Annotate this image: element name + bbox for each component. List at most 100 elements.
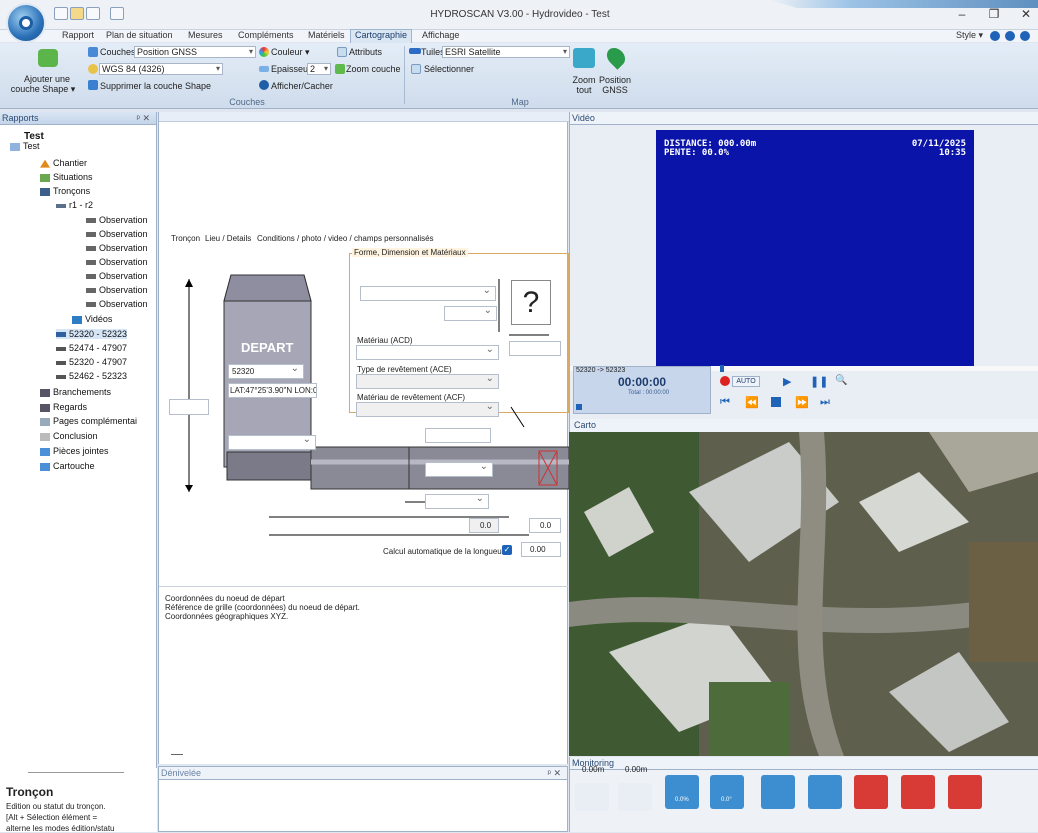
skip-start-icon[interactable]: ⏮ xyxy=(720,396,730,409)
stop-button-icon[interactable] xyxy=(771,397,781,407)
auto-button[interactable]: AUTO xyxy=(732,376,760,387)
select-button[interactable]: Sélectionner xyxy=(424,64,474,74)
shape-select[interactable] xyxy=(360,285,496,301)
tree-cartouche[interactable]: Cartouche xyxy=(40,461,95,471)
tab-materiels[interactable]: Matériels xyxy=(304,30,349,40)
open-folder-icon[interactable] xyxy=(70,7,84,20)
tree-observation[interactable]: Observation xyxy=(86,243,148,253)
panel-pin-close[interactable]: ᵖ ✕ xyxy=(548,767,561,780)
tab-complements[interactable]: Compléments xyxy=(234,30,298,40)
route-icon[interactable] xyxy=(618,783,652,811)
tree-observation[interactable]: Observation xyxy=(86,229,148,239)
style-menu[interactable]: Style ▾ xyxy=(952,30,987,41)
delete-shape-icon[interactable] xyxy=(88,80,98,90)
add-shape-label[interactable]: Ajouter une xyxy=(6,74,88,84)
value-field[interactable]: 0.0 xyxy=(529,518,561,533)
sensor-alert-icon[interactable] xyxy=(948,775,982,809)
tab-troncon[interactable]: Tronçon xyxy=(171,234,200,243)
attributes-button[interactable]: Attributs xyxy=(349,47,382,57)
print-icon[interactable] xyxy=(86,7,100,20)
dimension-select[interactable] xyxy=(444,305,497,321)
tab-conditions[interactable]: Conditions / photo / video / champs pers… xyxy=(257,234,434,243)
route-icon[interactable] xyxy=(575,783,609,811)
tab-mesures[interactable]: Mesures xyxy=(184,30,227,40)
zoom-all-label-2[interactable]: tout xyxy=(568,85,600,95)
tree-chantier[interactable]: Chantier xyxy=(40,158,87,168)
restore-button[interactable]: ❐ xyxy=(984,7,1004,23)
rotation-icon[interactable]: 0.0° xyxy=(710,775,744,809)
crawler-compass-icon[interactable] xyxy=(808,775,842,809)
video-screen[interactable]: DISTANCE: 000.00m PENTE: 00.0% 07/11/202… xyxy=(656,130,974,366)
add-shape-icon[interactable] xyxy=(38,49,58,67)
tab-affichage[interactable]: Affichage xyxy=(418,30,463,40)
rewind-icon[interactable]: ⏪ xyxy=(745,396,759,409)
height-field[interactable] xyxy=(169,399,209,415)
tiles-select[interactable]: ESRI Satellite xyxy=(442,46,570,58)
length-field[interactable]: 0.00 xyxy=(521,542,561,557)
play-icon[interactable]: ▶ xyxy=(783,375,791,388)
pause-icon[interactable]: ❚❚ xyxy=(810,375,828,388)
depart-select[interactable] xyxy=(228,434,316,450)
tree-conclusion[interactable]: Conclusion xyxy=(40,431,98,441)
tab-plan-situation[interactable]: Plan de situation xyxy=(102,30,177,40)
auto-length-checkbox[interactable]: ✓ xyxy=(502,545,512,555)
tree-pages-complementaires[interactable]: Pages complémentai xyxy=(40,416,137,426)
tree-segment[interactable]: 52320 - 47907 xyxy=(56,357,127,367)
tab-rapport[interactable]: Rapport xyxy=(58,30,98,40)
add-shape-label-2[interactable]: couche Shape ▾ xyxy=(2,84,84,95)
tree-troncons[interactable]: Tronçons xyxy=(40,186,90,196)
gps-pin-icon[interactable] xyxy=(603,44,629,70)
layers-select[interactable]: Position GNSS xyxy=(134,46,256,58)
zoom-all-label[interactable]: Zoom xyxy=(568,75,600,85)
tree-situations[interactable]: Situations xyxy=(40,172,93,182)
material-select[interactable] xyxy=(356,344,499,360)
zoom-layer-button[interactable]: Zoom couche xyxy=(346,64,401,74)
depth-field[interactable] xyxy=(425,428,491,443)
tree-videos[interactable]: Vidéos xyxy=(72,314,112,324)
thickness-select[interactable]: 2 xyxy=(307,63,331,75)
splitter[interactable] xyxy=(28,772,124,773)
info-icon[interactable] xyxy=(1005,31,1015,41)
tab-lieu-details[interactable]: Lieu / Details xyxy=(205,234,251,243)
zoom-video-icon[interactable]: 🔍 xyxy=(835,375,847,386)
crs-select[interactable]: WGS 84 (4326) xyxy=(99,63,223,75)
stop-icon[interactable] xyxy=(576,404,582,410)
seek-thumb[interactable] xyxy=(720,365,724,372)
app-menu-button[interactable] xyxy=(6,3,46,43)
close-button[interactable]: ✕ xyxy=(1016,7,1036,23)
camera-compass-icon[interactable] xyxy=(761,775,795,809)
tree-segment-selected[interactable]: 52320 - 52323 xyxy=(56,329,128,339)
tree-observation[interactable]: Observation xyxy=(86,257,148,267)
tab-cartographie[interactable]: Cartographie xyxy=(350,29,413,43)
unknown-shape-icon[interactable]: ? xyxy=(511,280,551,325)
new-file-icon[interactable] xyxy=(54,7,68,20)
tree-observation[interactable]: Observation xyxy=(86,285,148,295)
record-icon[interactable] xyxy=(720,376,730,386)
color-button[interactable]: Couleur ▾ xyxy=(271,47,310,58)
position-label-2[interactable]: GNSS xyxy=(598,85,632,95)
minimize-button[interactable]: – xyxy=(952,7,972,23)
tree-pieces-jointes[interactable]: Pièces jointes xyxy=(40,446,109,456)
value-field[interactable]: 0.0 xyxy=(469,518,499,533)
tilt-icon[interactable]: 0.0% xyxy=(665,775,699,809)
help-icon[interactable] xyxy=(990,31,1000,41)
coating-material-select[interactable] xyxy=(356,401,499,417)
zoom-all-icon[interactable] xyxy=(573,48,595,68)
tree-node-test[interactable]: Test xyxy=(10,141,40,151)
tree-segment[interactable]: 52462 - 52323 xyxy=(56,371,127,381)
pipe-shape-select[interactable] xyxy=(425,461,493,477)
panel-pin-close[interactable]: ᵖ ✕ xyxy=(137,112,150,125)
splitter[interactable] xyxy=(171,754,183,755)
crawler-alert-icon[interactable] xyxy=(901,775,935,809)
width-field[interactable] xyxy=(509,341,561,356)
tree-regards[interactable]: Regards xyxy=(40,402,87,412)
tree-observation[interactable]: Observation xyxy=(86,299,148,309)
forward-icon[interactable]: ⏩ xyxy=(795,396,809,409)
tree-observation[interactable]: Observation xyxy=(86,215,148,225)
tree-branchements[interactable]: Branchements xyxy=(40,387,111,397)
show-hide-button[interactable]: Afficher/Cacher xyxy=(271,81,333,91)
tree-segment[interactable]: 52474 - 47907 xyxy=(56,343,127,353)
pipe-dim-select[interactable] xyxy=(425,493,489,509)
preview-icon[interactable] xyxy=(110,7,124,20)
skip-end-icon[interactable]: ⏭ xyxy=(820,396,830,409)
